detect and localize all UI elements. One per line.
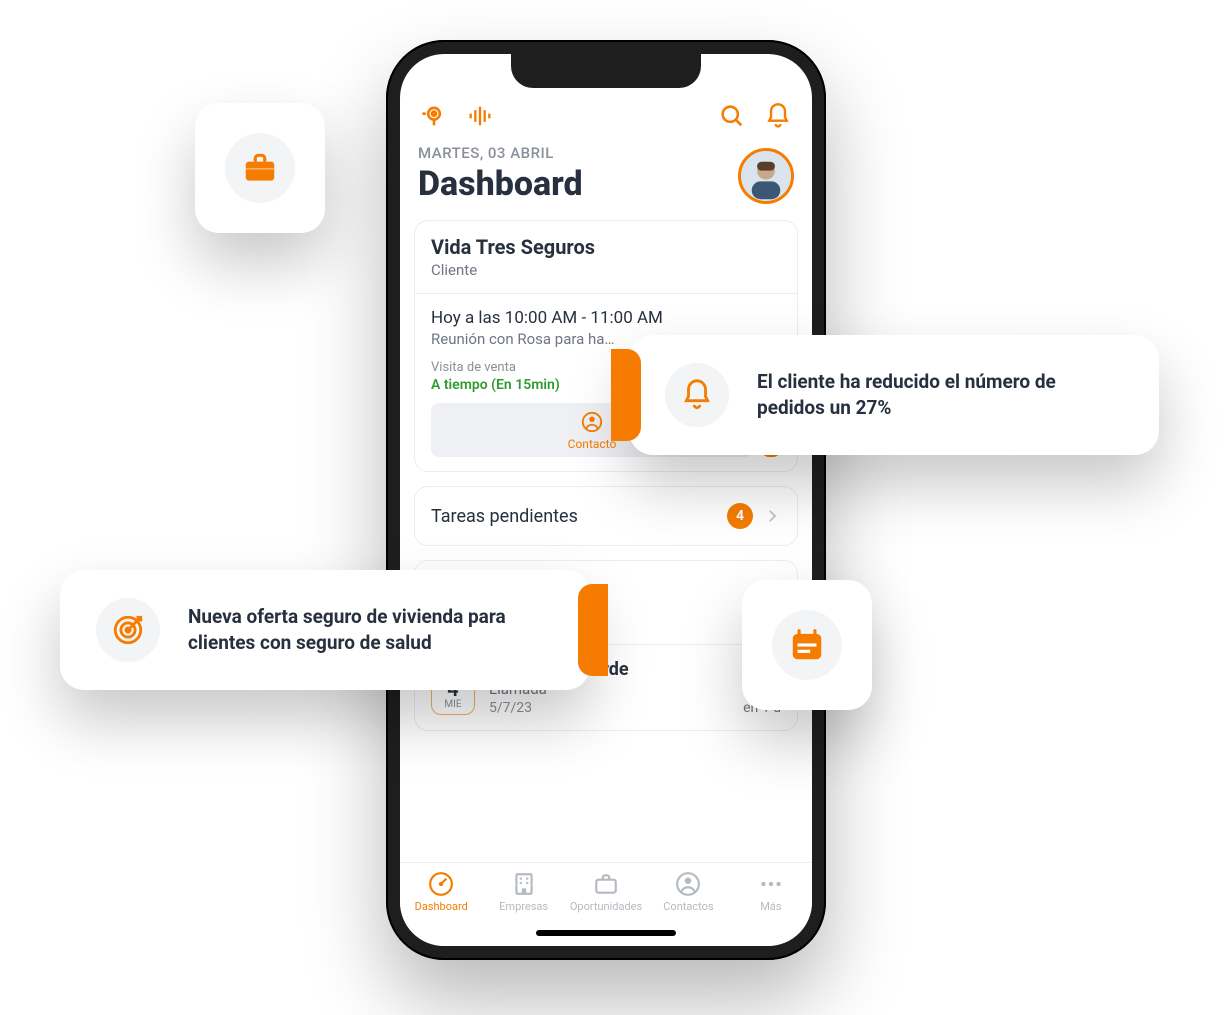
pending-count: 4 (727, 503, 753, 529)
avatar[interactable] (738, 148, 794, 204)
briefcase-icon (593, 871, 619, 897)
float-alert-card: El cliente ha reducido el número de pedi… (629, 335, 1159, 455)
home-indicator (536, 930, 676, 936)
dashboard-header: MARTES, 03 ABRIL Dashboard (400, 132, 812, 212)
nav-more[interactable]: Más (730, 871, 812, 946)
orange-stripe (611, 349, 641, 441)
content: Vida Tres Seguros Cliente Hoy a las 10:0… (400, 212, 812, 862)
orange-stripe (578, 584, 608, 676)
float-calendar-card (742, 580, 872, 710)
calendar-icon (772, 610, 842, 680)
chip-label: Contacto (568, 437, 617, 451)
phone-frame: MARTES, 03 ABRIL Dashboard Vida Tres Seg… (386, 40, 826, 960)
page-title: Dashboard (418, 164, 738, 204)
float-briefcase-card (195, 103, 325, 233)
task-date: 5/7/23 (489, 700, 729, 716)
building-icon (511, 871, 537, 897)
pending-tasks-row[interactable]: Tareas pendientes 4 (414, 486, 798, 546)
search-icon[interactable] (716, 100, 748, 132)
nav-dashboard[interactable]: Dashboard (400, 871, 482, 946)
client-name: Vida Tres Seguros (431, 235, 781, 259)
notch (511, 54, 701, 88)
alert-message: El cliente ha reducido el número de pedi… (757, 369, 1123, 420)
header-date: MARTES, 03 ABRIL (418, 144, 738, 162)
chevron-right-icon (763, 507, 781, 525)
target-icon (96, 598, 160, 662)
client-relation: Cliente (431, 261, 781, 279)
screen: MARTES, 03 ABRIL Dashboard Vida Tres Seg… (400, 54, 812, 946)
pending-label: Tareas pendientes (431, 506, 717, 527)
wave-icon[interactable] (464, 100, 496, 132)
briefcase-icon (225, 133, 295, 203)
user-icon (675, 871, 701, 897)
bell-icon (665, 363, 729, 427)
offer-message: Nueva oferta seguro de vivienda para cli… (188, 604, 554, 655)
user-icon (581, 411, 603, 433)
meeting-time: Hoy a las 10:00 AM - 11:00 AM (431, 308, 781, 328)
float-offer-card: Nueva oferta seguro de vivienda para cli… (60, 570, 590, 690)
logo-icon[interactable] (418, 100, 450, 132)
bell-icon[interactable] (762, 100, 794, 132)
more-icon (758, 871, 784, 897)
gauge-icon (428, 871, 454, 897)
